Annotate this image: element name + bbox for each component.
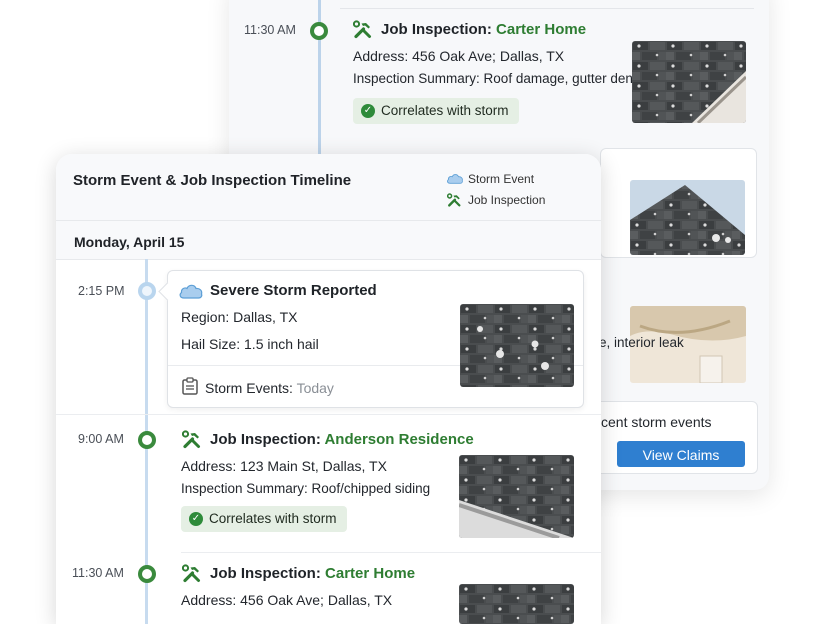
roof-photo[interactable] [459, 584, 574, 624]
badge-label: Correlates with storm [209, 511, 337, 526]
card-header: Storm Event & Job Inspection Timeline St… [56, 154, 601, 221]
job-summary: Inspection Summary: Roof damage, gutter … [353, 71, 644, 86]
correlates-badge: ✓ Correlates with storm [353, 98, 519, 124]
timeline-node [138, 431, 156, 449]
job-place-link[interactable]: Anderson Residence [324, 431, 473, 448]
job-address: Address: 456 Oak Ave; Dallas, TX [181, 592, 393, 608]
storm-region: Region: Dallas, TX [181, 309, 298, 325]
row-divider [181, 552, 601, 553]
job-title-prefix: Job Inspection: [381, 21, 497, 38]
job-title-prefix: Job Inspection: [210, 431, 325, 448]
job-address: Address: 123 Main St, Dallas, TX [181, 458, 387, 474]
hail-on-roof-photo[interactable] [460, 304, 574, 387]
storm-title: Severe Storm Reported [210, 282, 377, 299]
view-claims-button[interactable]: View Claims [617, 441, 745, 467]
cloud-icon [178, 282, 204, 300]
storm-hail-size: Hail Size: 1.5 inch hail [181, 336, 319, 352]
wrench-hammer-icon [353, 20, 373, 40]
legend-job-inspection: Job Inspection [468, 193, 546, 207]
job-title[interactable]: Job Inspection: Anderson Residence [210, 431, 474, 448]
storm-events-value: Today [296, 380, 334, 396]
job-title-prefix: Job Inspection: [210, 565, 326, 582]
job-place-link[interactable]: Carter Home [325, 565, 415, 582]
timeline-card: Storm Event & Job Inspection Timeline St… [56, 154, 601, 624]
card-pointer [158, 282, 177, 301]
legend-storm-event: Storm Event [468, 172, 535, 186]
roof-chipped-photo[interactable] [459, 455, 574, 538]
check-icon: ✓ [189, 512, 203, 526]
wrench-hammer-icon [182, 430, 202, 450]
timeline-node [138, 565, 156, 583]
row-divider [56, 414, 601, 415]
timeline-node [310, 22, 328, 40]
storm-node [138, 282, 156, 300]
partial-summary-text: e, interior leak [599, 335, 684, 350]
storm-events-label: Storm Events: [205, 380, 297, 396]
roof-damage-photo[interactable] [632, 41, 746, 123]
correlates-badge: ✓ Correlates with storm [181, 506, 347, 532]
badge-label: Correlates with storm [381, 103, 509, 118]
cloud-icon [446, 172, 464, 185]
job-time: 9:00 AM [78, 432, 124, 446]
wrench-hammer-icon [182, 564, 202, 584]
storm-time: 2:15 PM [78, 284, 125, 298]
job-title[interactable]: Job Inspection: Carter Home [210, 565, 415, 582]
clipboard-icon [182, 377, 198, 395]
card-title: Storm Event & Job Inspection Timeline [73, 172, 352, 189]
storm-event-card[interactable]: Severe Storm Reported Region: Dallas, TX… [158, 270, 584, 408]
job-time: 11:30 AM [72, 566, 124, 580]
job-title[interactable]: Job Inspection: Carter Home [381, 21, 586, 38]
job-place-link[interactable]: Carter Home [496, 21, 586, 38]
entry-time: 11:30 AM [244, 23, 296, 37]
job-summary: Inspection Summary: Roof/chipped siding [181, 481, 431, 496]
storm-events-footer: Storm Events: Today [205, 380, 334, 396]
date-label: Monday, April 15 [74, 234, 185, 250]
wrench-hammer-icon [447, 193, 462, 208]
check-icon: ✓ [361, 104, 375, 118]
date-row: Monday, April 15 [56, 221, 601, 260]
job-address: Address: 456 Oak Ave; Dallas, TX [353, 48, 565, 64]
roof-peak-photo[interactable] [630, 180, 745, 255]
background-divider [340, 8, 754, 9]
claims-text: cent storm events [601, 414, 712, 430]
